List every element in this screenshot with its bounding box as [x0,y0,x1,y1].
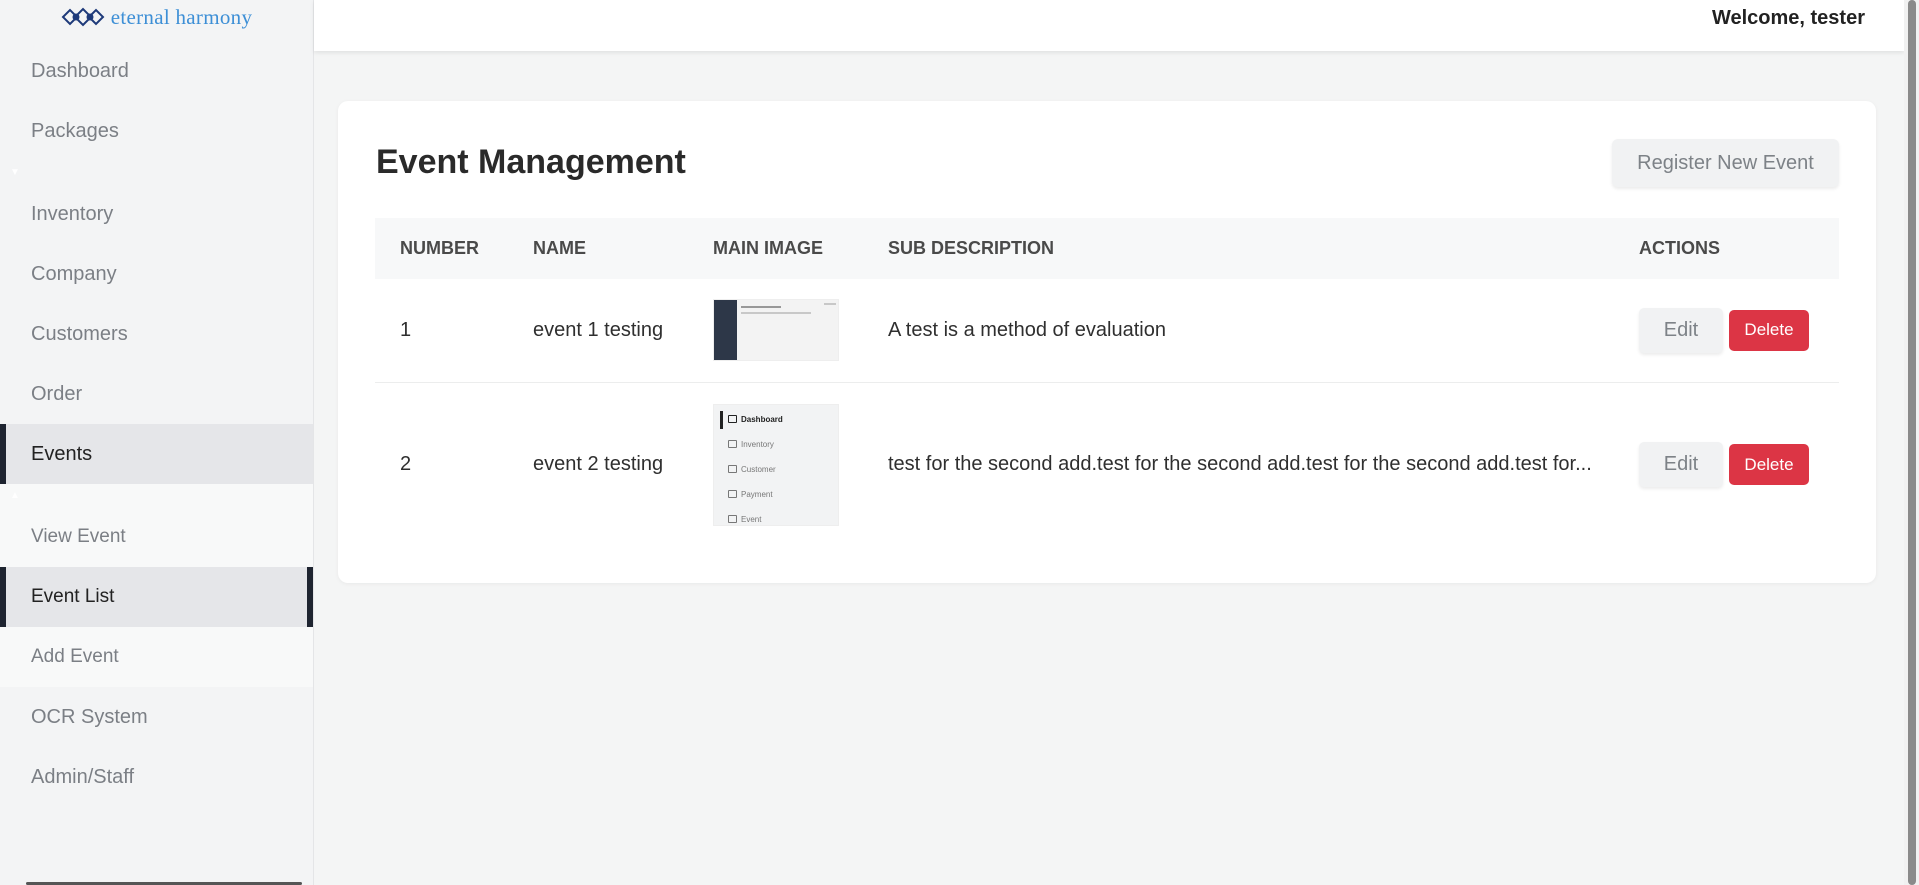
welcome-text: Welcome, tester [1711,7,1865,29]
sidebar-item-packages[interactable]: Packages [0,101,313,161]
cell-actions: Edit Delete [1614,382,1839,547]
sidebar-item-ocr-system[interactable]: OCR System [0,687,313,747]
cell-main-image: Dashboard Inventory Customer Payment Eve… [688,382,863,547]
sidebar-subitem-view-event[interactable]: View Event [0,507,313,567]
events-table: NUMBER NAME MAIN IMAGE SUB DESCRIPTION A… [375,218,1839,547]
cell-name: event 2 testing [533,453,664,476]
brand-logo[interactable]: eternal harmony [0,0,313,34]
caret-down-icon: ▼ [10,167,20,178]
event-thumbnail-image[interactable] [713,299,839,362]
cell-actions: Edit Delete [1614,279,1839,383]
table-header-row: NUMBER NAME MAIN IMAGE SUB DESCRIPTION A… [375,218,1839,279]
column-header-name: NAME [533,238,586,258]
cell-description: test for the second add.test for the sec… [888,453,1592,476]
sidebar-item-dashboard[interactable]: Dashboard [0,41,313,101]
sidebar-subitem-add-event[interactable]: Add Event [0,627,313,687]
topbar: Welcome, tester [314,0,1904,51]
delete-button[interactable]: Delete [1729,309,1809,351]
logo-icon [61,7,105,27]
sidebar-item-admin-staff[interactable]: Admin/Staff [0,747,313,807]
page-scrollbar[interactable] [1904,0,1919,885]
sidebar-item-company[interactable]: Company [0,244,313,304]
caret-up-icon: ▲ [0,484,313,507]
cell-main-image [688,279,863,383]
column-header-number: NUMBER [400,238,479,258]
logo-text: eternal harmony [110,4,253,29]
sidebar-item-order[interactable]: Order [0,364,313,424]
delete-button[interactable]: Delete [1729,444,1809,486]
register-new-event-button[interactable]: Register New Event [1612,139,1839,187]
column-header-sub-description: SUB DESCRIPTION [888,238,1055,258]
edit-button[interactable]: Edit [1639,307,1723,353]
sidebar-item-customers[interactable]: Customers [0,304,313,364]
table-row: 2 event 2 testing Dashboard Inventory Cu… [375,382,1839,547]
column-header-main-image: MAIN IMAGE [713,238,823,258]
column-header-actions: ACTIONS [1639,238,1720,258]
sidebar: eternal harmony Dashboard Packages ▼ Inv… [0,0,314,885]
sidebar-item-inventory[interactable]: Inventory [0,184,313,244]
sidebar-subitem-event-list[interactable]: Event List [0,567,313,627]
sidebar-item-events[interactable]: Events [0,424,313,484]
page-title: Event Management [376,143,686,181]
cell-number: 1 [375,279,508,383]
table-row: 1 event 1 testing A test is a method of … [375,279,1839,383]
edit-button[interactable]: Edit [1639,442,1723,488]
cell-name: event 1 testing [508,279,688,383]
event-management-card: Event Management Register New Event NUMB… [338,101,1876,583]
event-thumbnail-image[interactable]: Dashboard Inventory Customer Payment Eve… [713,403,839,526]
cell-number: 2 [400,453,412,476]
cell-description: A test is a method of evaluation [863,279,1614,383]
